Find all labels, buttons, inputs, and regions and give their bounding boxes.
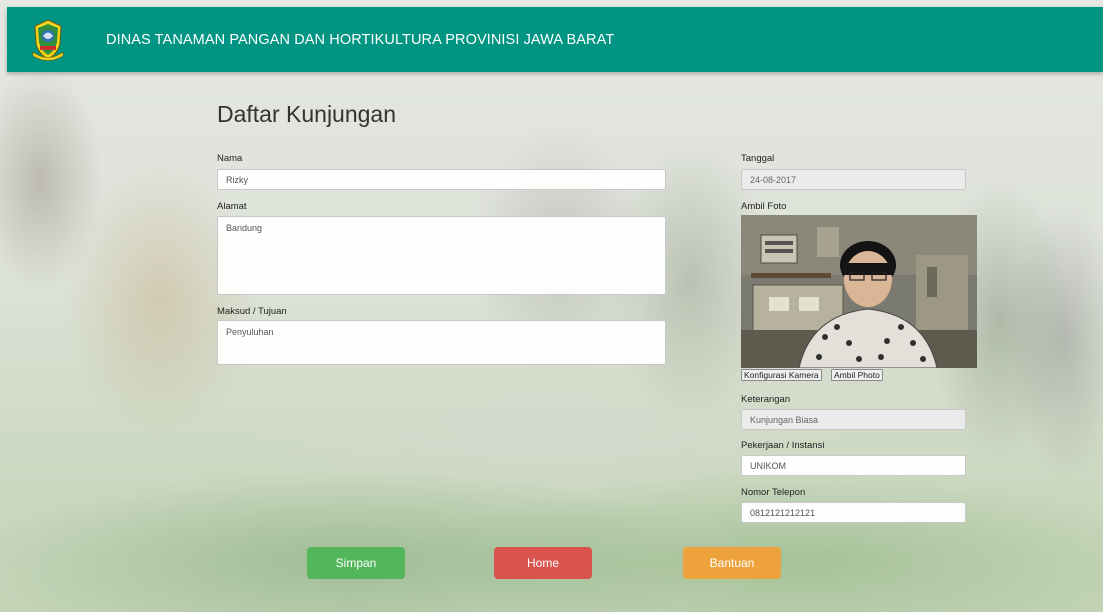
tanggal-label: Tanggal — [741, 153, 775, 164]
alamat-label: Alamat — [217, 201, 247, 212]
configure-camera-button[interactable]: Konfigurasi Kamera — [741, 369, 822, 381]
pekerjaan-input[interactable] — [741, 455, 966, 476]
take-photo-button[interactable]: Ambil Photo — [831, 369, 883, 381]
keterangan-input[interactable] — [741, 409, 966, 430]
header-title: DINAS TANAMAN PANGAN DAN HORTIKULTURA PR… — [106, 32, 615, 48]
nama-label: Nama — [217, 153, 243, 164]
save-button[interactable]: Simpan — [307, 547, 405, 579]
maksud-textarea[interactable]: Penyuluhan — [217, 320, 666, 365]
maksud-label: Maksud / Tujuan — [217, 306, 287, 317]
telepon-input[interactable] — [741, 502, 966, 523]
jawa-barat-emblem-icon — [32, 19, 64, 61]
app-header: DINAS TANAMAN PANGAN DAN HORTIKULTURA PR… — [7, 7, 1103, 72]
help-button[interactable]: Bantuan — [683, 547, 781, 579]
tanggal-input[interactable] — [741, 169, 966, 190]
camera-feed-image — [741, 215, 977, 368]
alamat-textarea[interactable]: Bandung — [217, 216, 666, 295]
nama-input[interactable] — [217, 169, 666, 190]
page-title: Daftar Kunjungan — [217, 101, 397, 127]
pekerjaan-label: Pekerjaan / Instansi — [741, 440, 825, 451]
telepon-label: Nomor Telepon — [741, 487, 806, 498]
keterangan-label: Keterangan — [741, 394, 791, 405]
ambil-foto-label: Ambil Foto — [741, 201, 787, 212]
camera-preview — [741, 215, 977, 368]
page: DINAS TANAMAN PANGAN DAN HORTIKULTURA PR… — [0, 0, 1103, 612]
home-button[interactable]: Home — [494, 547, 592, 579]
